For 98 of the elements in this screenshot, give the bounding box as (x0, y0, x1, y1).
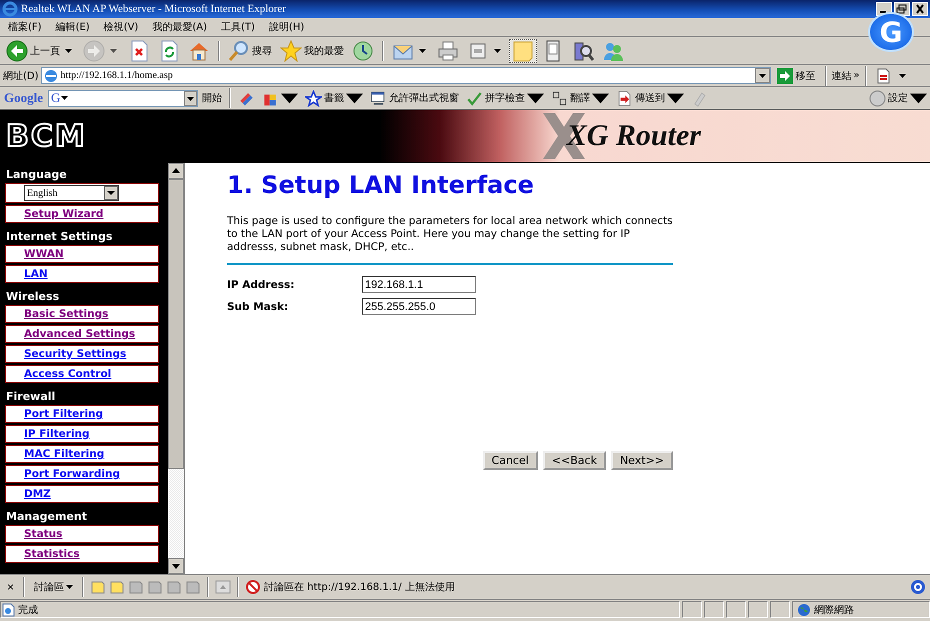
section-heading: Management (5, 509, 88, 523)
nav-link[interactable]: DMZ (24, 488, 51, 500)
nav-link[interactable]: Basic Settings (24, 308, 108, 320)
star-icon (280, 40, 302, 62)
section-heading: Language (5, 167, 68, 181)
nav-link[interactable]: Port Filtering (24, 408, 104, 420)
caret-icon (110, 48, 117, 52)
zone-label: 網際網路 (814, 604, 854, 616)
book-magnifier-icon (572, 40, 594, 62)
nav-link[interactable]: Advanced Settings (24, 328, 136, 340)
language-select[interactable]: English (24, 185, 119, 201)
nav-link[interactable]: IP Filtering (24, 428, 90, 440)
toolbar-button[interactable]: 傳送到 (613, 88, 687, 108)
caret-icon (898, 74, 906, 78)
g-logo-badge: G (870, 14, 912, 50)
menu-item[interactable]: 說明(H) (268, 20, 304, 34)
discussion-status: 討論區在 http://192.168.1.1/ 上無法使用 (264, 580, 455, 594)
nav-link[interactable]: WWAN (24, 248, 64, 260)
caret-icon (419, 48, 426, 52)
browser-logo-icon (2, 1, 18, 17)
printer-icon (437, 40, 459, 62)
note-icon (512, 40, 534, 62)
page-arrow-icon (616, 90, 633, 106)
wizard-button[interactable]: Cancel (482, 451, 538, 470)
caret-icon (61, 96, 68, 100)
caret-icon (66, 585, 74, 589)
help-icon[interactable] (910, 579, 926, 595)
caret-icon (494, 48, 501, 52)
menu-item[interactable]: 工具(T) (221, 20, 255, 34)
search-button[interactable]: 開始 (199, 88, 225, 108)
nav-link[interactable]: MAC Filtering (24, 448, 104, 460)
address-label: 網址(D) (3, 70, 39, 82)
menu-item[interactable]: 檔案(F) (8, 20, 42, 34)
text-field[interactable]: 255.255.255.0 (362, 298, 476, 315)
toolbar-button[interactable]: 拼字檢查 (463, 88, 547, 108)
menu-item[interactable]: 編輯(E) (56, 20, 90, 34)
section-heading: Firewall (5, 389, 56, 403)
dropdown-icon[interactable] (104, 186, 118, 200)
nav-link[interactable]: LAN (24, 268, 48, 280)
menu-item[interactable]: 我的最愛(A) (152, 20, 207, 34)
toolbar-button[interactable]: 翻譯 (548, 88, 612, 108)
window-title: Realtek WLAN AP Webserver - Microsoft Internet Explorer (21, 3, 286, 15)
window-icon (370, 90, 387, 106)
page-title: 1. Setup LAN Interface (227, 171, 535, 199)
field-label: Sub Mask: (227, 300, 290, 312)
nav-link[interactable]: Statistics (24, 548, 80, 560)
scroll-up-icon[interactable] (168, 163, 184, 179)
brand-logo: BCM (6, 118, 87, 154)
wizard-button[interactable]: Next>> (610, 451, 673, 470)
star-outline-icon (305, 90, 322, 106)
history-icon (352, 40, 374, 62)
menu-item[interactable]: 檢視(V) (104, 20, 138, 34)
links-label[interactable]: 連結 (832, 68, 852, 82)
chevron[interactable]: » (854, 70, 860, 81)
restore-icon[interactable] (894, 2, 910, 16)
nav-link[interactable]: Status (24, 528, 62, 540)
search-logo: Google (4, 90, 43, 106)
checkmark-icon (466, 90, 483, 106)
dropdown-icon[interactable] (184, 90, 197, 106)
description: This page is used to configure the parameters for local area network which connects to the LAN port of your Access Point. Here you may change the setting for IP addresss, subnet mask, DHCP, etc.. (227, 215, 673, 254)
scrollbar[interactable] (168, 163, 185, 574)
toolbar-button[interactable]: 我的最愛 (277, 38, 347, 62)
close-button[interactable]: × (4, 580, 18, 594)
search-icon (228, 40, 250, 62)
translate-icon (551, 90, 568, 106)
search-field[interactable]: G (48, 90, 198, 106)
scroll-thumb[interactable] (168, 179, 184, 469)
go-button[interactable]: 移至 (772, 68, 820, 84)
toolbar-button[interactable]: 書籤 (302, 88, 366, 108)
caret-icon (65, 48, 72, 52)
address-field[interactable]: http://192.168.1.1/home.asp (40, 67, 771, 84)
discussion-button[interactable]: 討論區 (31, 575, 76, 599)
nav-link[interactable]: Setup Wizard (24, 208, 104, 220)
minimize-icon[interactable] (876, 2, 892, 16)
text-field[interactable]: 192.168.1.1 (362, 276, 476, 293)
arrow-icon (776, 68, 793, 84)
dropdown-icon[interactable] (754, 68, 770, 83)
scroll-down-icon[interactable] (168, 558, 184, 574)
field-label: IP Address: (227, 278, 296, 290)
toolbar-button[interactable]: 上一頁 (3, 38, 78, 62)
product-name: XG Router (566, 119, 701, 153)
status-text: 完成 (18, 604, 38, 616)
close-icon[interactable] (912, 2, 928, 16)
toolbar-button[interactable]: 允許彈出式視窗 (367, 88, 462, 108)
section-heading: Internet Settings (5, 229, 114, 243)
blocked-icon (245, 579, 262, 595)
nav-link[interactable]: Access Control (24, 368, 112, 380)
new-note-icon[interactable] (90, 579, 106, 595)
document-icon (874, 68, 891, 84)
nav-link[interactable]: Security Settings (24, 348, 126, 360)
globe-icon (797, 602, 811, 616)
wizard-button[interactable]: <<Back (542, 451, 606, 470)
nav-link[interactable]: Port Forwarding (24, 468, 120, 480)
settings-button[interactable]: 設定 (866, 88, 930, 108)
new-note-icon[interactable] (109, 579, 126, 595)
section-heading: Wireless (5, 289, 60, 303)
toolbar-button[interactable]: 搜尋 (225, 38, 275, 62)
circle-icon (869, 90, 886, 106)
